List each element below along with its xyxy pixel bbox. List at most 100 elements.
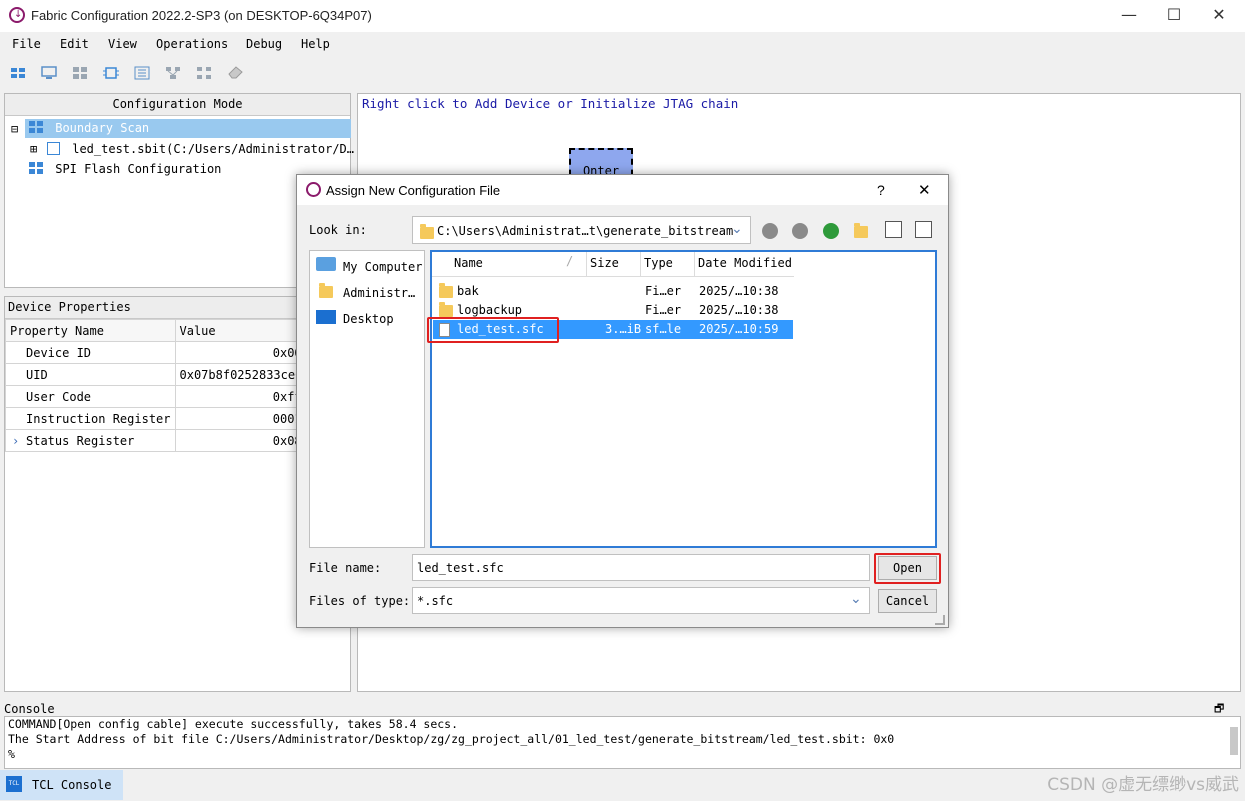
- file-name-value: led_test.sfc: [417, 561, 504, 575]
- dialog-close-button[interactable]: ✕: [918, 181, 931, 199]
- sort-indicator-icon: /: [566, 254, 574, 268]
- console-title: Console: [4, 702, 55, 716]
- minimize-button[interactable]: —: [1106, 0, 1152, 32]
- file-type-label: Files of type:: [309, 594, 411, 608]
- highlight-open-button: [874, 553, 941, 584]
- toolbar: [0, 58, 1245, 88]
- console-header: Console 🗗: [0, 698, 1245, 718]
- menu-edit[interactable]: Edit: [60, 37, 89, 51]
- console-line: %: [8, 747, 15, 761]
- folder-icon: [439, 302, 453, 317]
- file-list[interactable]: Name / Size Type Date Modified bak Fi…er…: [430, 250, 937, 548]
- grid-icon[interactable]: [72, 66, 88, 80]
- tab-label: TCL Console: [32, 778, 112, 792]
- tree-item-label: led_test.sbit(C:/Users/Administrator/D…: [72, 142, 354, 156]
- close-button[interactable]: ✕: [1196, 0, 1242, 32]
- menu-help[interactable]: Help: [301, 37, 330, 51]
- network-icon[interactable]: [165, 66, 181, 80]
- file-type: sf…le: [645, 322, 682, 336]
- list-icon[interactable]: [134, 66, 150, 80]
- tree-item-led-test-sbit[interactable]: led_test.sbit(C:/Users/Administrator/D…: [47, 140, 354, 159]
- row-expander-icon[interactable]: ›: [12, 434, 26, 448]
- tree-item-label: Boundary Scan: [55, 121, 150, 135]
- file-date: 2025/…10:38: [699, 303, 779, 317]
- menu-operations[interactable]: Operations: [156, 37, 228, 51]
- file-date: 2025/…10:38: [699, 284, 779, 298]
- file-list-header: Name / Size Type Date Modified: [432, 252, 794, 277]
- tab-tcl-console[interactable]: TCL TCL Console: [0, 770, 123, 800]
- assign-configuration-file-dialog: Assign New Configuration File ? ✕ Look i…: [296, 174, 949, 628]
- tcl-icon: TCL: [6, 776, 22, 792]
- cancel-button[interactable]: Cancel: [878, 589, 937, 613]
- new-folder-icon[interactable]: [854, 223, 868, 238]
- place-administrator[interactable]: Administr…: [316, 282, 426, 302]
- place-label: My Computer: [343, 260, 423, 274]
- eraser-icon[interactable]: [228, 66, 244, 80]
- look-in-value: C:\Users\Administrat…t\generate_bitstrea…: [437, 224, 734, 238]
- file-size: 3.…iB: [605, 322, 642, 336]
- console-line: The Start Address of bit file C:/Users/A…: [8, 732, 895, 746]
- chevron-down-icon: ⌄: [850, 591, 862, 607]
- tree-item-spi-flash[interactable]: SPI Flash Configuration: [29, 160, 221, 179]
- forward-icon[interactable]: [792, 223, 808, 239]
- chip-file-icon: [47, 142, 60, 155]
- network-alt-icon[interactable]: [196, 66, 212, 80]
- property-name: UID: [5, 363, 176, 386]
- highlight-selected-file: [427, 317, 559, 343]
- menu-view[interactable]: View: [108, 37, 137, 51]
- menu-bar: File Edit View Operations Debug Help: [0, 32, 1245, 56]
- file-name-input[interactable]: led_test.sfc: [412, 554, 870, 581]
- folder-icon: [420, 224, 434, 239]
- file-date: 2025/…10:59: [699, 322, 779, 336]
- file-type-combo[interactable]: *.sfc ⌄: [412, 587, 870, 614]
- user-folder-icon: [319, 283, 333, 298]
- maximize-button[interactable]: ☐: [1151, 0, 1197, 32]
- watermark: CSDN @虚无缥缈vs威武: [1047, 775, 1239, 795]
- console-line: COMMAND[Open config cable] execute succe…: [8, 717, 459, 731]
- file-row[interactable]: bak Fi…er 2025/…10:38: [433, 282, 793, 301]
- column-type[interactable]: Type: [644, 256, 673, 270]
- property-name: Instruction Register: [5, 407, 176, 430]
- list-view-icon[interactable]: [885, 221, 902, 238]
- monitor-icon[interactable]: [41, 66, 57, 80]
- app-arrow-icon: ↓: [14, 9, 23, 20]
- chip-icon[interactable]: [103, 66, 119, 80]
- menu-debug[interactable]: Debug: [246, 37, 282, 51]
- resize-grip-icon[interactable]: [935, 615, 945, 625]
- chain-icon[interactable]: [10, 66, 26, 80]
- property-name: Device ID: [5, 341, 176, 364]
- column-name[interactable]: Name: [454, 256, 483, 270]
- file-name: bak: [457, 284, 479, 298]
- detail-view-icon[interactable]: [915, 221, 932, 238]
- place-desktop[interactable]: Desktop: [316, 308, 426, 328]
- configuration-mode-header: Configuration Mode: [5, 94, 350, 116]
- console-output[interactable]: COMMAND[Open config cable] execute succe…: [4, 716, 1241, 769]
- place-my-computer[interactable]: My Computer: [316, 256, 426, 276]
- chevron-down-icon: ⌄: [731, 221, 743, 237]
- desktop-icon: [316, 310, 336, 324]
- look-in-combo[interactable]: C:\Users\Administrat…t\generate_bitstrea…: [412, 216, 751, 244]
- look-in-label: Look in:: [309, 223, 367, 237]
- tree-item-label: SPI Flash Configuration: [55, 162, 222, 176]
- canvas-hint: Right click to Add Device or Initialize …: [362, 96, 739, 111]
- menu-file[interactable]: File: [12, 37, 41, 51]
- file-name-label: File name:: [309, 561, 382, 575]
- file-type: Fi…er: [645, 303, 682, 317]
- column-size[interactable]: Size: [590, 256, 619, 270]
- tree-expander[interactable]: ⊟: [11, 120, 18, 139]
- column-header: Property Name: [5, 319, 176, 342]
- file-type: Fi…er: [645, 284, 682, 298]
- tree-item-boundary-scan[interactable]: Boundary Scan: [25, 119, 351, 138]
- console-scrollbar[interactable]: [1230, 727, 1238, 755]
- back-icon[interactable]: [762, 223, 778, 239]
- dialog-app-icon: [306, 182, 321, 197]
- column-date[interactable]: Date Modified: [698, 256, 792, 270]
- place-label: Administr…: [343, 286, 416, 300]
- property-name: User Code: [5, 385, 176, 408]
- places-sidebar: My Computer Administr… Desktop: [309, 250, 425, 548]
- dialog-title-bar: Assign New Configuration File ? ✕: [297, 175, 948, 205]
- up-folder-icon[interactable]: [823, 223, 839, 239]
- help-button[interactable]: ?: [877, 182, 885, 198]
- tree-expander[interactable]: ⊞: [30, 140, 37, 159]
- property-name: Status Register: [26, 433, 135, 448]
